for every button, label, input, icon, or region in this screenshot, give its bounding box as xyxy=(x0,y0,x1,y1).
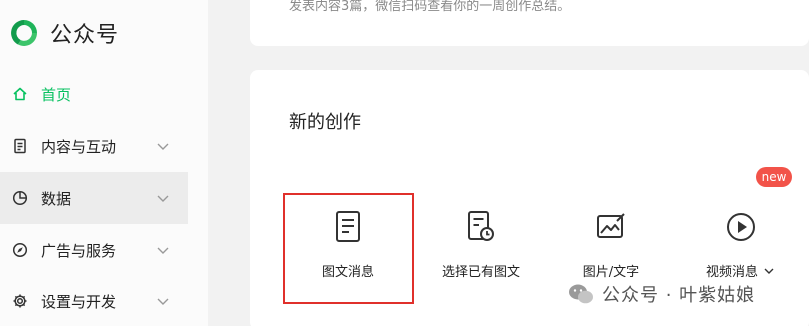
watermark: 公众号 · 叶紫姑娘 xyxy=(568,281,755,307)
tile-label: 选择已有图文 xyxy=(441,265,520,280)
weekly-summary-text: 发表内容3篇，微信扫码查看你的一周创作总结。 xyxy=(289,0,571,14)
wechat-logo-icon xyxy=(569,284,593,304)
existing-article-icon xyxy=(468,211,494,241)
chevron-down-icon xyxy=(157,247,169,254)
tile-label: 视频消息 xyxy=(705,265,758,280)
video-play-icon xyxy=(727,213,755,241)
new-badge: new xyxy=(756,167,792,187)
select-existing-article-tile[interactable]: 选择已有图文 xyxy=(426,202,536,292)
sidebar-item-label: 内容与互动 xyxy=(41,137,117,156)
video-message-tile[interactable]: 视频消息 xyxy=(686,202,796,292)
sidebar-item-label: 数据 xyxy=(41,189,72,208)
video-tile-label-row: 视频消息 xyxy=(706,261,776,280)
chevron-down-icon[interactable] xyxy=(762,264,776,278)
wechat-official-logo-icon xyxy=(11,20,37,46)
image-text-tile[interactable]: 图片/文字 xyxy=(556,202,666,292)
gear-icon xyxy=(11,292,29,310)
image-text-icon xyxy=(597,213,625,238)
sidebar-item-ads[interactable]: 广告与服务 xyxy=(0,224,188,276)
tile-label: 图片/文字 xyxy=(582,265,640,280)
sidebar: 公众号 首页 内容与互动 数据 广告与服务 设置与开发 xyxy=(0,0,208,326)
sidebar-item-settings[interactable]: 设置与开发 xyxy=(0,275,188,326)
highlight-box xyxy=(283,193,414,304)
sidebar-item-label: 首页 xyxy=(41,85,72,104)
sidebar-item-label: 设置与开发 xyxy=(41,292,117,311)
sidebar-item-content[interactable]: 内容与互动 xyxy=(0,120,188,172)
sidebar-item-data[interactable]: 数据 xyxy=(0,172,188,224)
sidebar-item-home[interactable]: 首页 xyxy=(0,68,188,120)
watermark-text: 公众号 · 叶紫姑娘 xyxy=(602,285,756,306)
section-title: 新的创作 xyxy=(289,112,361,133)
compass-icon xyxy=(11,241,29,259)
chevron-down-icon xyxy=(157,298,169,305)
brand-name: 公众号 xyxy=(50,23,120,48)
pie-chart-icon xyxy=(11,189,29,207)
home-icon xyxy=(11,85,29,103)
document-icon xyxy=(11,137,29,155)
brand[interactable]: 公众号 xyxy=(8,17,119,49)
sidebar-item-label: 广告与服务 xyxy=(41,241,117,260)
chevron-down-icon xyxy=(157,195,169,202)
chevron-down-icon xyxy=(157,143,169,150)
